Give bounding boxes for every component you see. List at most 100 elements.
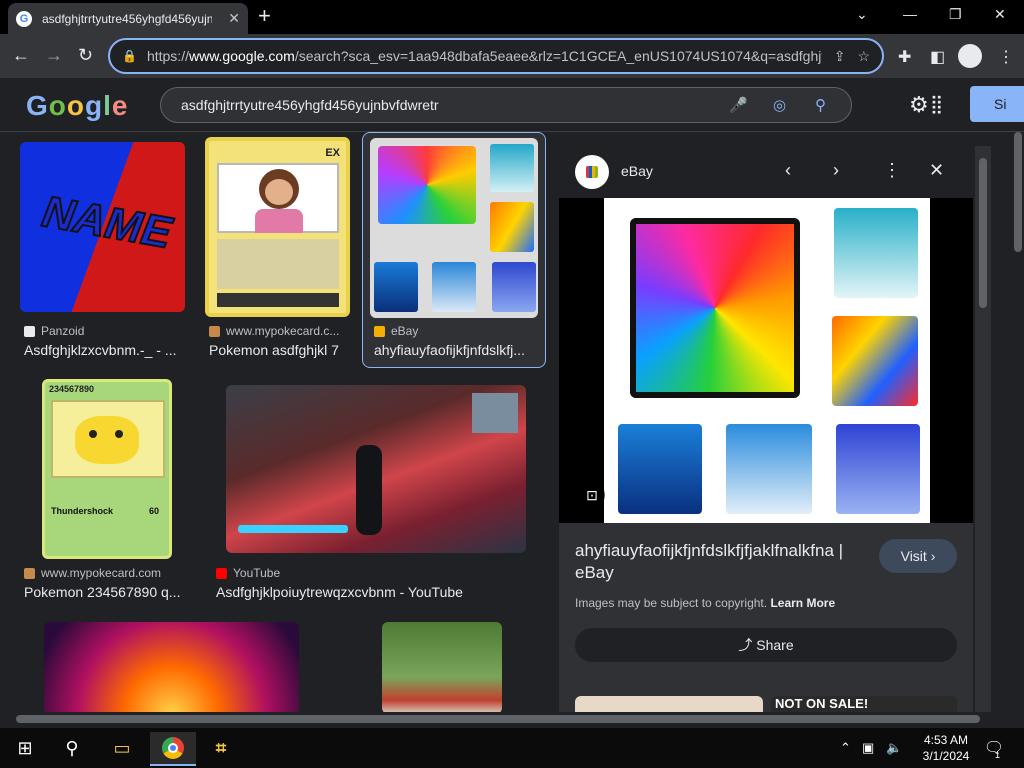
lock-icon: 🔒 xyxy=(122,49,137,63)
result-caption[interactable]: ahyfiauyfaofijkfjnfdslkfj... xyxy=(374,342,540,358)
copyright-notice: Images may be subject to copyright. Lear… xyxy=(575,596,835,610)
horizontal-scroll-thumb[interactable] xyxy=(16,715,980,723)
source-label: Panzoid xyxy=(41,324,85,338)
bookmark-star-icon[interactable]: ☆ xyxy=(857,48,870,65)
source-label: YouTube xyxy=(233,566,281,580)
windows-start-icon[interactable]: ⊞ xyxy=(12,734,38,762)
search-icon[interactable]: ⚲ xyxy=(815,96,826,114)
more-options-icon[interactable]: ⋮ xyxy=(883,160,901,181)
browser-tab[interactable]: G asdfghjtrrtyutre456yhgfd456yujnbvfdwre… xyxy=(8,3,248,34)
result-thumbnail-partial[interactable] xyxy=(382,622,502,712)
result-source[interactable]: eBay xyxy=(374,324,418,338)
card-art xyxy=(217,163,339,233)
result-caption[interactable]: Pokemon asdfghjkl 7 xyxy=(209,342,339,358)
panel-main-image[interactable] xyxy=(604,198,930,523)
minimize-icon[interactable]: — xyxy=(903,6,917,22)
chrome-taskbar-button[interactable] xyxy=(150,732,196,766)
file-explorer-icon[interactable]: ▭ xyxy=(108,734,136,762)
profile-avatar-icon[interactable] xyxy=(958,44,982,68)
lens-search-icon[interactable]: ◎ xyxy=(773,96,786,114)
side-panel-icon[interactable]: ◧ xyxy=(930,47,945,67)
google-logo[interactable]: Google xyxy=(26,90,128,122)
panel-title[interactable]: ahyfiauyfaofijkfjnfdslkfjfjaklfnalkfna |… xyxy=(575,540,871,584)
close-window-icon[interactable]: ✕ xyxy=(994,6,1006,23)
result-caption[interactable]: Pokemon 234567890 q... xyxy=(24,584,180,600)
result-source[interactable]: Panzoid xyxy=(24,324,84,338)
result-source[interactable]: YouTube xyxy=(216,566,280,580)
source-label: eBay xyxy=(391,324,419,338)
result-thumbnail[interactable]: 234567890 Thundershock 60 xyxy=(42,379,172,559)
copyright-text: Images may be subject to copyright. xyxy=(575,596,768,610)
lens-visual-search-icon[interactable]: ⊡ xyxy=(579,482,605,508)
result-thumbnail[interactable] xyxy=(226,385,526,553)
reload-icon[interactable]: ↻ xyxy=(78,45,93,66)
apps-grid-icon[interactable]: ⣿ xyxy=(930,94,943,115)
source-label: www.mypokecard.c... xyxy=(226,324,340,338)
chrome-icon xyxy=(162,737,184,759)
ebay-logo-icon xyxy=(575,155,609,189)
result-caption[interactable]: Asdfghjklpoiuytrewqzxcvbnm - YouTube xyxy=(216,584,463,600)
sign-in-button[interactable]: Si xyxy=(970,86,1024,122)
share-page-icon[interactable]: ⇪ xyxy=(834,48,846,65)
volume-muted-icon[interactable]: 🔈 xyxy=(886,740,902,756)
search-taskbar-icon[interactable]: ⚲ xyxy=(58,734,86,762)
share-button[interactable]: ⤴ Share xyxy=(575,628,957,662)
panzoid-favicon-icon xyxy=(24,325,35,337)
extensions-icon[interactable]: ✚ xyxy=(898,47,911,67)
youtube-favicon-icon xyxy=(216,567,227,579)
result-thumbnail[interactable]: NAME xyxy=(20,142,185,312)
panel-image-area: ⊡ xyxy=(559,198,973,523)
browser-toolbar: ← → ↻ 🔒 https://www.google.com/search?sc… xyxy=(0,34,1024,78)
mypokecard-favicon-icon xyxy=(24,567,35,579)
result-thumbnail[interactable]: EX xyxy=(205,137,350,317)
search-input[interactable]: asdfghjtrrtyutre456yhgfd456yujnbvfdwretr xyxy=(181,97,439,113)
notification-count: 1 xyxy=(995,750,1001,760)
result-caption[interactable]: Asdfghjklzxcvbnm.-_ - ... xyxy=(24,342,177,358)
panel-scrollbar[interactable] xyxy=(975,146,991,712)
mypokecard-favicon-icon xyxy=(209,325,220,337)
tab-title: asdfghjtrrtyutre456yhgfd456yujnbvfdwretr… xyxy=(42,11,212,26)
not-on-sale-banner: NOT ON SALE! xyxy=(771,696,957,712)
search-box[interactable]: asdfghjtrrtyutre456yhgfd456yujnbvfdwretr… xyxy=(160,87,852,123)
visit-label: Visit xyxy=(900,548,927,564)
tray-chevron-icon[interactable]: ⌃ xyxy=(840,740,851,756)
next-icon[interactable]: › xyxy=(833,160,839,181)
settings-gear-icon[interactable]: ⚙ xyxy=(909,92,929,118)
title-bar: G asdfghjtrrtyutre456yhgfd456yujnbvfdwre… xyxy=(0,0,1024,34)
forward-icon[interactable]: → xyxy=(45,45,63,66)
page-scroll-thumb[interactable] xyxy=(1014,132,1022,252)
related-images-strip: NOT ON SALE! xyxy=(575,694,957,712)
menu-kebab-icon[interactable]: ⋮ xyxy=(998,47,1014,67)
panel-header: eBay ‹ › ⋮ ✕ xyxy=(559,146,973,198)
previous-icon[interactable]: ‹ xyxy=(785,160,791,181)
panel-source[interactable]: eBay xyxy=(621,163,653,179)
voice-search-icon[interactable]: 🎤 xyxy=(729,96,748,114)
page-horizontal-scrollbar[interactable] xyxy=(0,712,1012,726)
back-icon[interactable]: ← xyxy=(12,45,30,66)
restore-icon[interactable]: ❐ xyxy=(949,6,962,23)
result-source[interactable]: www.mypokecard.com xyxy=(24,566,161,580)
page-vertical-scrollbar[interactable] xyxy=(1012,132,1024,712)
new-tab-icon[interactable]: + xyxy=(258,5,271,27)
tab-search-icon[interactable]: ⌄ xyxy=(856,6,868,23)
result-thumbnail[interactable] xyxy=(370,138,538,318)
attack-damage: 60 xyxy=(149,506,160,516)
result-thumbnail-partial[interactable] xyxy=(44,622,299,712)
panel-scroll-thumb[interactable] xyxy=(979,158,987,308)
ebay-favicon-icon xyxy=(374,325,385,337)
clock-date: 3/1/2024 xyxy=(922,749,970,763)
visit-button[interactable]: Visit › xyxy=(879,539,957,573)
result-source[interactable]: www.mypokecard.c... xyxy=(209,324,339,338)
preview-panel: eBay ‹ › ⋮ ✕ ⊡ ahyfiauyfaofijkfjnfdslkfj… xyxy=(559,146,973,712)
app-taskbar-icon[interactable]: ⌗ xyxy=(206,734,236,762)
address-bar[interactable]: 🔒 https://www.google.com/search?sca_esv=… xyxy=(108,38,884,74)
google-favicon-icon: G xyxy=(16,10,32,27)
notification-center-icon[interactable]: 🗨 xyxy=(982,734,1006,762)
image-results-grid: NAME Panzoid Asdfghjklzxcvbnm.-_ - ... E… xyxy=(0,132,556,712)
close-panel-icon[interactable]: ✕ xyxy=(929,160,944,181)
tab-close-icon[interactable]: ✕ xyxy=(228,10,240,27)
network-icon[interactable]: ▣ xyxy=(862,740,874,756)
taskbar-clock[interactable]: 4:53 AM 3/1/2024 xyxy=(918,732,974,764)
address-url[interactable]: https://www.google.com/search?sca_esv=1a… xyxy=(147,48,822,64)
learn-more-link[interactable]: Learn More xyxy=(770,596,835,610)
